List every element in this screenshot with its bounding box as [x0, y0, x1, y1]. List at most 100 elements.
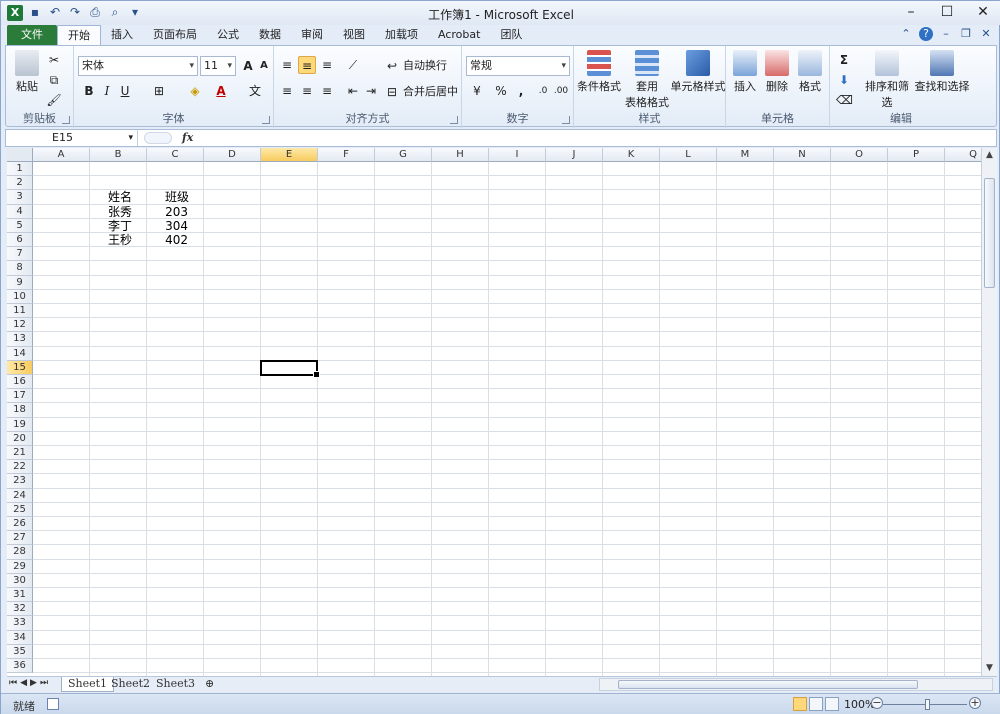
format-painter-button[interactable]: 🖌: [46, 90, 62, 110]
tab-review[interactable]: 审阅: [291, 25, 333, 45]
row-header[interactable]: 9: [7, 275, 33, 290]
column-header[interactable]: J: [546, 148, 603, 162]
select-all-corner[interactable]: [7, 148, 33, 162]
insert-cells-button[interactable]: 插入: [730, 50, 760, 94]
cell-c5[interactable]: 304: [149, 219, 188, 233]
column-header[interactable]: K: [603, 148, 660, 162]
last-sheet-icon[interactable]: ⏭: [40, 678, 48, 688]
row-header[interactable]: 10: [7, 289, 33, 304]
worksheet-grid[interactable]: A B C D E F G H I J K L M N O P Q 1 2 3 4 5 6 7 8 9 10 11 12 13 14 15 16…: [7, 148, 981, 676]
tab-addins[interactable]: 加载项: [375, 25, 428, 45]
active-cell-cursor[interactable]: [260, 359, 320, 379]
tab-home[interactable]: 开始: [57, 25, 101, 45]
insert-function-icon[interactable]: fx: [182, 130, 202, 146]
format-as-table-button[interactable]: 套用 表格格式: [624, 50, 670, 110]
help-icon[interactable]: ?: [919, 27, 933, 41]
cell-c4[interactable]: 203: [149, 205, 188, 219]
border-button[interactable]: ⊞: [150, 82, 168, 100]
italic-button[interactable]: I: [98, 82, 116, 100]
row-header[interactable]: 14: [7, 346, 33, 361]
scroll-down-icon[interactable]: ▼: [982, 661, 997, 676]
clipboard-launcher-icon[interactable]: [62, 116, 70, 124]
row-header[interactable]: 12: [7, 318, 33, 333]
close-icon[interactable]: ✕: [965, 1, 1000, 23]
column-header[interactable]: P: [888, 148, 945, 162]
normal-view-icon[interactable]: [793, 697, 807, 711]
row-header[interactable]: 17: [7, 389, 33, 404]
find-select-button[interactable]: 查找和选择: [914, 50, 970, 94]
sheet-tab-2[interactable]: Sheet2: [105, 677, 156, 692]
align-middle-button[interactable]: ≡: [298, 56, 316, 74]
cell-b5[interactable]: 李丁: [108, 219, 145, 233]
row-header[interactable]: 23: [7, 474, 33, 489]
row-header[interactable]: 16: [7, 375, 33, 390]
cell-c6[interactable]: 402: [149, 233, 188, 247]
row-header[interactable]: 36: [7, 659, 33, 674]
cell-c3[interactable]: 班级: [165, 190, 202, 204]
row-header[interactable]: 19: [7, 417, 33, 432]
tab-data[interactable]: 数据: [249, 25, 291, 45]
row-header[interactable]: 29: [7, 559, 33, 574]
tab-view[interactable]: 视图: [333, 25, 375, 45]
orientation-button[interactable]: ⟋: [344, 56, 362, 74]
conditional-format-button[interactable]: 条件格式: [576, 50, 622, 94]
wrap-text-button[interactable]: ↩ 自动换行: [384, 56, 447, 76]
column-header[interactable]: A: [33, 148, 90, 162]
row-header[interactable]: 21: [7, 446, 33, 461]
row-header[interactable]: 22: [7, 460, 33, 475]
alignment-launcher-icon[interactable]: [450, 116, 458, 124]
column-header[interactable]: L: [660, 148, 717, 162]
cell-b4[interactable]: 张秀: [108, 205, 145, 219]
decrease-decimal-button[interactable]: .00: [552, 82, 570, 100]
row-header[interactable]: 25: [7, 502, 33, 517]
column-header[interactable]: G: [375, 148, 432, 162]
tab-page-layout[interactable]: 页面布局: [143, 25, 207, 45]
horizontal-scroll-thumb[interactable]: [618, 680, 918, 689]
vertical-scroll-thumb[interactable]: [984, 178, 995, 288]
number-format-combo[interactable]: 常规: [466, 56, 570, 76]
first-sheet-icon[interactable]: ⏮: [9, 678, 17, 688]
delete-cells-button[interactable]: 删除: [762, 50, 792, 94]
currency-button[interactable]: ¥: [468, 82, 486, 100]
number-launcher-icon[interactable]: [562, 116, 570, 124]
page-layout-view-icon[interactable]: [809, 697, 823, 711]
row-header[interactable]: 1: [7, 162, 33, 177]
fill-color-button[interactable]: ◈: [186, 82, 204, 100]
row-header[interactable]: 32: [7, 602, 33, 617]
bold-button[interactable]: B: [80, 82, 98, 100]
row-header[interactable]: 4: [7, 204, 33, 219]
cell-b3[interactable]: 姓名: [108, 190, 145, 204]
underline-button[interactable]: U: [116, 82, 134, 100]
column-header[interactable]: H: [432, 148, 489, 162]
zoom-out-icon[interactable]: −: [871, 697, 883, 709]
next-sheet-icon[interactable]: ▶: [30, 678, 37, 688]
doc-close-icon[interactable]: ✕: [979, 27, 993, 41]
autosum-button[interactable]: Σ: [836, 50, 852, 70]
increase-indent-button[interactable]: ⇥: [362, 82, 380, 100]
column-header[interactable]: F: [318, 148, 375, 162]
zoom-slider[interactable]: [883, 699, 967, 710]
align-top-button[interactable]: ≡: [278, 56, 296, 74]
row-header[interactable]: 28: [7, 545, 33, 560]
copy-button[interactable]: ⧉: [46, 70, 62, 90]
grow-font-button[interactable]: A: [240, 56, 256, 76]
row-header[interactable]: 24: [7, 488, 33, 503]
column-header[interactable]: N: [774, 148, 831, 162]
doc-restore-icon[interactable]: ❐: [959, 27, 973, 41]
column-header[interactable]: D: [204, 148, 261, 162]
column-header[interactable]: E: [261, 148, 318, 162]
vertical-scrollbar[interactable]: ▲ ▼: [981, 148, 997, 676]
align-bottom-button[interactable]: ≡: [318, 56, 336, 74]
cell-b6[interactable]: 王秒: [108, 233, 145, 247]
row-header[interactable]: 20: [7, 431, 33, 446]
font-launcher-icon[interactable]: [262, 116, 270, 124]
align-center-button[interactable]: ≡: [298, 82, 316, 100]
zoom-slider-knob[interactable]: [925, 699, 930, 710]
sheet-tab-3[interactable]: Sheet3: [150, 677, 201, 692]
tab-insert[interactable]: 插入: [101, 25, 143, 45]
row-header[interactable]: 27: [7, 531, 33, 546]
merge-center-button[interactable]: ⊟ 合并后居中: [384, 82, 458, 102]
row-header[interactable]: 18: [7, 403, 33, 418]
prev-sheet-icon[interactable]: ◀: [20, 678, 27, 688]
column-header[interactable]: C: [147, 148, 204, 162]
